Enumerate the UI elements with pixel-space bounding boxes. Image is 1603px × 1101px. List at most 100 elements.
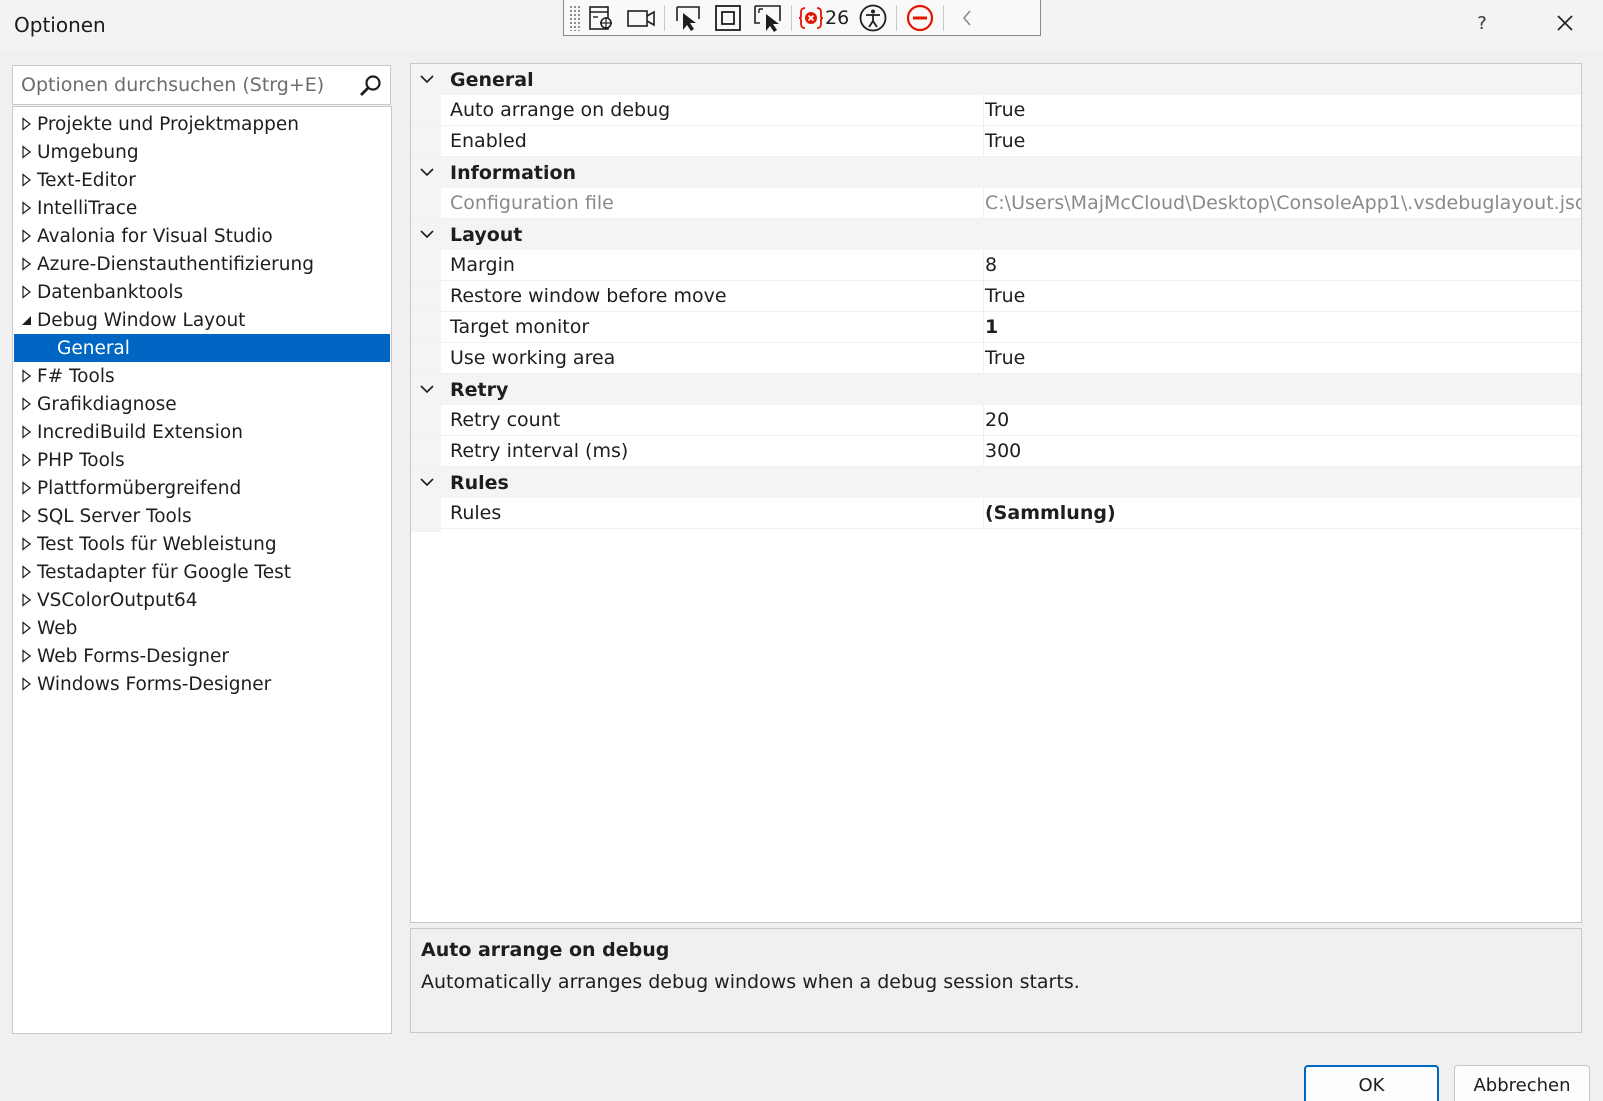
chevron-down-icon[interactable]	[419, 165, 435, 179]
property-value[interactable]: True	[985, 285, 1025, 307]
hide-toolbar-button[interactable]	[900, 1, 940, 35]
collapse-toolbar-button[interactable]	[947, 1, 987, 35]
toolbar-separator	[791, 4, 792, 31]
tree-item[interactable]: Testadapter für Google Test	[13, 558, 391, 586]
column-divider[interactable]	[983, 250, 984, 281]
expand-arrow-icon[interactable]	[13, 117, 37, 131]
property-row[interactable]: Enabled True	[411, 126, 1581, 157]
expand-arrow-icon[interactable]	[13, 229, 37, 243]
property-value[interactable]: (Sammlung)	[985, 502, 1116, 524]
property-value[interactable]: 300	[985, 440, 1021, 462]
expand-arrow-icon[interactable]	[13, 425, 37, 439]
property-value[interactable]: 8	[985, 254, 997, 276]
property-value[interactable]: 20	[985, 409, 1009, 431]
property-row[interactable]: Retry count 20	[411, 405, 1581, 436]
column-divider[interactable]	[983, 405, 984, 436]
tree-item[interactable]: Datenbanktools	[13, 278, 391, 306]
tree-item[interactable]: Debug Window Layout	[13, 306, 391, 334]
expand-arrow-icon[interactable]	[13, 201, 37, 215]
property-value[interactable]: True	[985, 99, 1025, 121]
collapse-arrow-icon[interactable]	[13, 313, 37, 327]
expand-arrow-icon[interactable]	[13, 565, 37, 579]
category-row[interactable]: General	[411, 64, 1581, 95]
category-row[interactable]: Retry	[411, 374, 1581, 405]
property-row[interactable]: Use working area True	[411, 343, 1581, 374]
expand-arrow-icon[interactable]	[13, 593, 37, 607]
property-value[interactable]: True	[985, 347, 1025, 369]
chevron-down-icon[interactable]	[419, 227, 435, 241]
tree-item[interactable]: Grafikdiagnose	[13, 390, 391, 418]
tree-item[interactable]: VSColorOutput64	[13, 586, 391, 614]
category-row[interactable]: Layout	[411, 219, 1581, 250]
tree-item[interactable]: Windows Forms-Designer	[13, 670, 391, 698]
options-search-input[interactable]: Optionen durchsuchen (Strg+E)	[12, 65, 391, 105]
expand-arrow-icon[interactable]	[13, 257, 37, 271]
expand-arrow-icon[interactable]	[13, 677, 37, 691]
exceptions-button[interactable]: 26	[795, 1, 853, 35]
column-divider[interactable]	[983, 436, 984, 467]
tree-item[interactable]: IntelliTrace	[13, 194, 391, 222]
tree-item[interactable]: F# Tools	[13, 362, 391, 390]
column-divider[interactable]	[983, 312, 984, 343]
column-divider[interactable]	[983, 343, 984, 374]
tree-item[interactable]: Umgebung	[13, 138, 391, 166]
property-name: Use working area	[450, 347, 616, 369]
expand-arrow-icon[interactable]	[13, 649, 37, 663]
tree-item[interactable]: Web Forms-Designer	[13, 642, 391, 670]
tree-item[interactable]: IncrediBuild Extension	[13, 418, 391, 446]
property-row[interactable]: Configuration file C:\Users\MajMcCloud\De…	[411, 188, 1581, 219]
tree-item-label: Umgebung	[37, 141, 139, 163]
property-row[interactable]: Target monitor 1	[411, 312, 1581, 343]
column-divider[interactable]	[983, 281, 984, 312]
accessibility-checker-button[interactable]	[853, 1, 893, 35]
toolbar-grip[interactable]	[569, 4, 581, 31]
close-icon	[1557, 15, 1573, 31]
tree-item[interactable]: General	[14, 334, 390, 362]
tree-item[interactable]: SQL Server Tools	[13, 502, 391, 530]
property-row[interactable]: Auto arrange on debug True	[411, 95, 1581, 126]
cancel-button[interactable]: Abbrechen	[1454, 1065, 1590, 1101]
column-divider[interactable]	[983, 498, 984, 529]
expand-arrow-icon[interactable]	[13, 397, 37, 411]
column-divider[interactable]	[983, 95, 984, 126]
property-row[interactable]: Rules (Sammlung)	[411, 498, 1581, 529]
category-row[interactable]: Information	[411, 157, 1581, 188]
property-row[interactable]: Retry interval (ms) 300	[411, 436, 1581, 467]
expand-arrow-icon[interactable]	[13, 509, 37, 523]
property-row[interactable]: Margin 8	[411, 250, 1581, 281]
category-row[interactable]: Rules	[411, 467, 1581, 498]
close-button[interactable]	[1550, 8, 1580, 38]
tree-item[interactable]: Text-Editor	[13, 166, 391, 194]
property-value[interactable]: 1	[985, 316, 998, 338]
expand-arrow-icon[interactable]	[13, 173, 37, 187]
expand-arrow-icon[interactable]	[13, 481, 37, 495]
property-row[interactable]: Restore window before move True	[411, 281, 1581, 312]
expand-arrow-icon[interactable]	[13, 145, 37, 159]
track-focused-element-button[interactable]	[748, 1, 788, 35]
chevron-down-icon[interactable]	[419, 382, 435, 396]
tree-item[interactable]: PHP Tools	[13, 446, 391, 474]
select-element-button[interactable]	[581, 1, 621, 35]
record-button[interactable]	[621, 1, 661, 35]
chevron-down-icon[interactable]	[419, 72, 435, 86]
expand-arrow-icon[interactable]	[13, 369, 37, 383]
expand-arrow-icon[interactable]	[13, 285, 37, 299]
display-layout-adorners-button[interactable]	[708, 1, 748, 35]
tree-item[interactable]: Projekte und Projektmappen	[13, 110, 391, 138]
expand-arrow-icon[interactable]	[13, 537, 37, 551]
column-divider[interactable]	[983, 188, 984, 219]
expand-arrow-icon[interactable]	[13, 453, 37, 467]
tree-item[interactable]: Azure-Dienstauthentifizierung	[13, 250, 391, 278]
search-icon[interactable]	[358, 73, 384, 99]
tree-item[interactable]: Avalonia for Visual Studio	[13, 222, 391, 250]
expand-arrow-icon[interactable]	[13, 621, 37, 635]
tree-item[interactable]: Plattformübergreifend	[13, 474, 391, 502]
tree-item[interactable]: Web	[13, 614, 391, 642]
column-divider[interactable]	[983, 126, 984, 157]
chevron-down-icon[interactable]	[419, 475, 435, 489]
ok-button[interactable]: OK	[1304, 1065, 1439, 1101]
select-in-app-button[interactable]	[668, 1, 708, 35]
tree-item[interactable]: Test Tools für Webleistung	[13, 530, 391, 558]
help-button[interactable]: ?	[1470, 12, 1494, 36]
property-value[interactable]: True	[985, 130, 1025, 152]
